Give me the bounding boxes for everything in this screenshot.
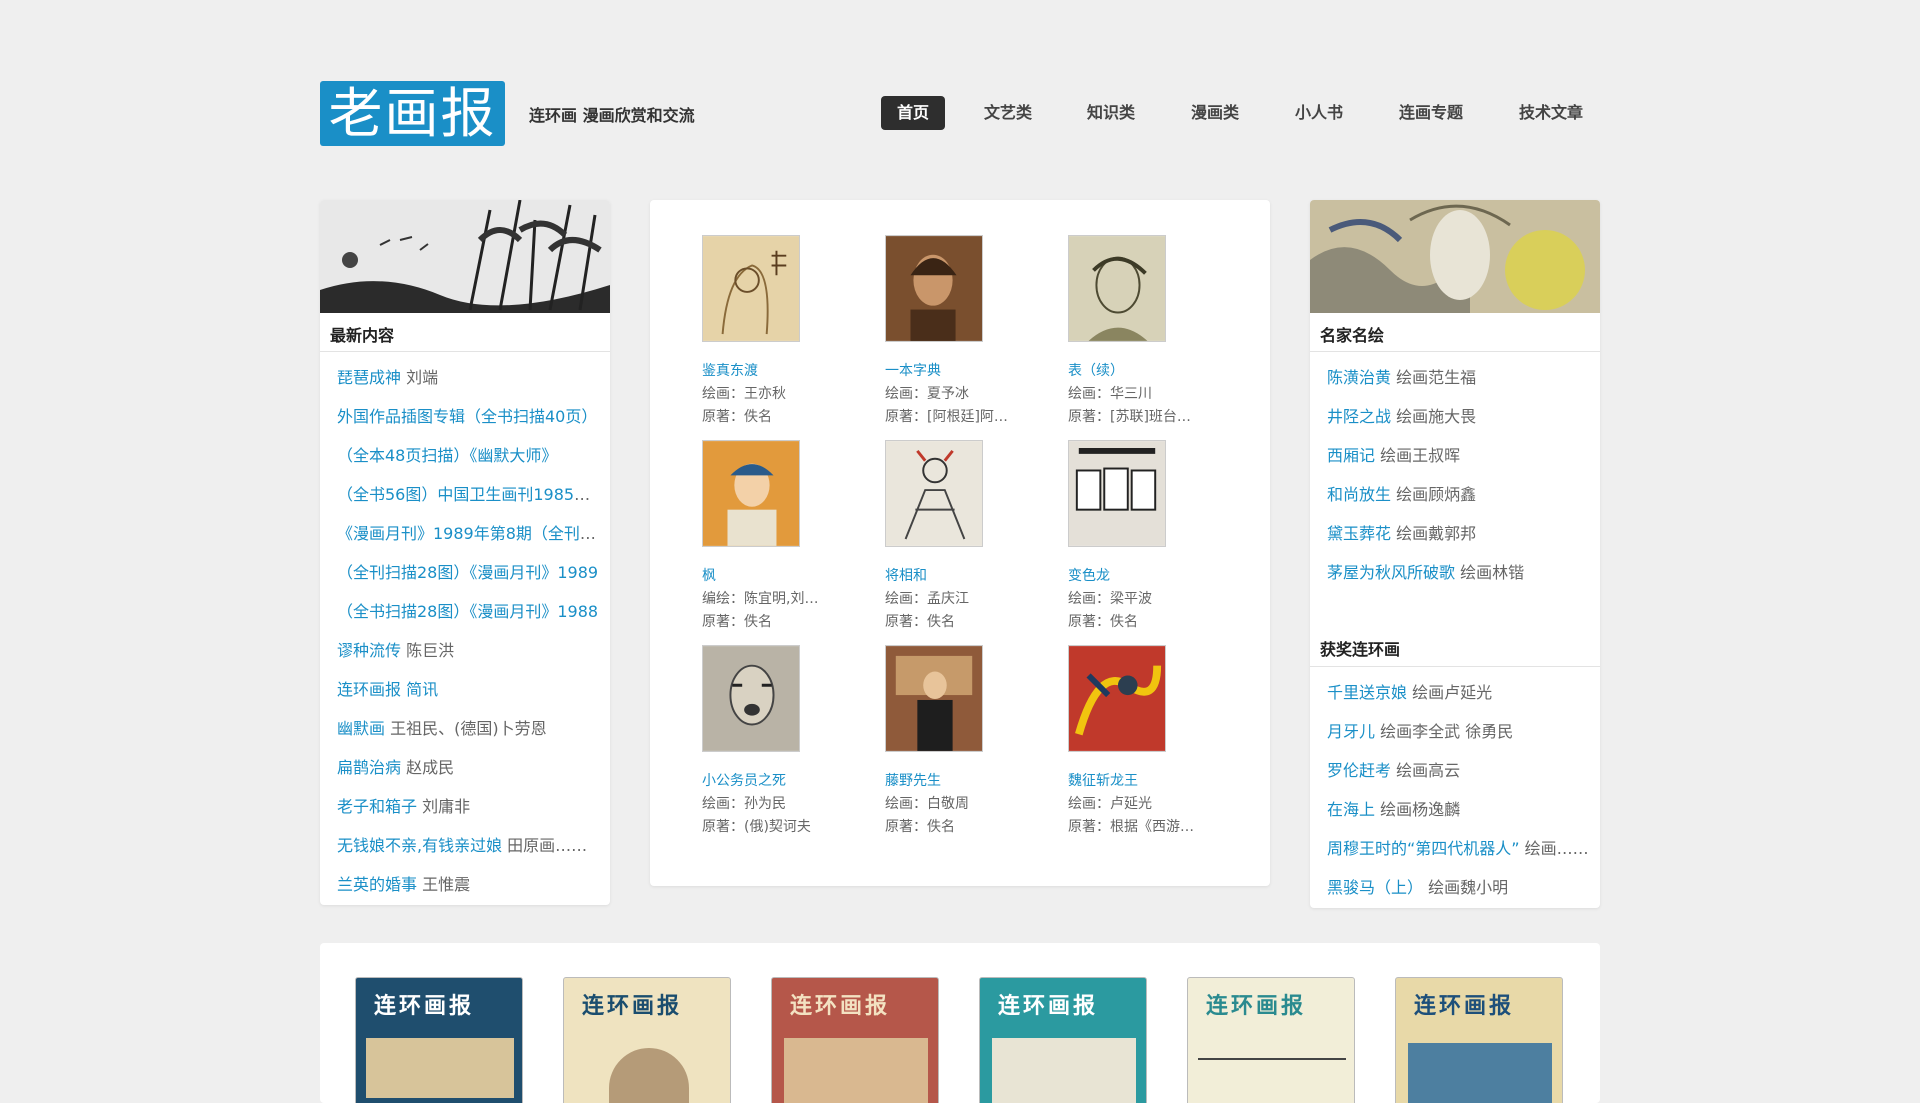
card-title[interactable]: 鉴真东渡 <box>702 360 758 380</box>
list-item[interactable]: 周穆王时的“第四代机器人” 绘画…… <box>1327 829 1590 868</box>
card-author: 原著：根据《西游… <box>1068 819 1194 835</box>
magazine-cover[interactable]: 连环画报 <box>1187 977 1355 1103</box>
list-item[interactable]: 兰英的婚事 王惟震 <box>337 865 600 904</box>
cover-thumbnail[interactable] <box>702 440 800 547</box>
card-artist: 绘画：孙为民 <box>702 796 786 812</box>
list-item[interactable]: 琵琶成神 刘端 <box>337 358 600 397</box>
card-artist: 绘画：白敬周 <box>885 796 969 812</box>
cover-thumbnail[interactable] <box>1068 235 1166 342</box>
latest-content-panel: 最新内容 琵琶成神 刘端 外国作品插图专辑（全书扫描40页） （全本48页扫描）… <box>320 200 610 905</box>
cover-thumbnail[interactable] <box>885 440 983 547</box>
magazine-cover[interactable]: 连环画报 <box>355 977 523 1103</box>
list-item[interactable]: 和尚放生 绘画顾炳鑫 <box>1327 475 1590 514</box>
card-author: 原著：佚名 <box>1068 614 1138 630</box>
magazine-cover[interactable]: 连环画报 <box>1395 977 1563 1103</box>
cover-thumbnail[interactable] <box>1068 440 1166 547</box>
cover-thumbnail[interactable] <box>885 235 983 342</box>
cover-thumbnail[interactable] <box>885 645 983 752</box>
card-author: 原著：佚名 <box>885 819 955 835</box>
card-title[interactable]: 一本字典 <box>885 360 941 380</box>
list-item[interactable]: 茅屋为秋风所破歌 绘画林锴 <box>1327 553 1590 592</box>
card-author: 原著：佚名 <box>885 614 955 630</box>
nav-picture-books[interactable]: 小人书 <box>1279 96 1359 130</box>
cover-thumbnail[interactable] <box>1068 645 1166 752</box>
list-item[interactable]: 老子和箱子 刘庸非 <box>337 787 600 826</box>
latest-content-list: 琵琶成神 刘端 外国作品插图专辑（全书扫描40页） （全本48页扫描）《幽默大师… <box>337 358 600 904</box>
list-item[interactable]: （全刊扫描28图）《漫画月刊》1989 <box>337 553 600 592</box>
latest-content-title: 最新内容 <box>330 326 395 345</box>
card-artist: 绘画：夏予冰 <box>885 386 969 402</box>
nav-topics[interactable]: 连画专题 <box>1383 96 1479 130</box>
nav-home[interactable]: 首页 <box>881 96 946 130</box>
list-item[interactable]: 连环画报 简讯 <box>337 670 600 709</box>
award-list: 千里送京娘 绘画卢延光 月牙儿 绘画李全武 徐勇民 罗伦赶考 绘画高云 在海上 … <box>1327 673 1590 907</box>
card-author: 原著：佚名 <box>702 614 772 630</box>
magazine-cover[interactable]: 连环画报 <box>771 977 939 1103</box>
nav-tech-articles[interactable]: 技术文章 <box>1503 96 1599 130</box>
list-item[interactable]: 月牙儿 绘画李全武 徐勇民 <box>1327 712 1590 751</box>
card-title[interactable]: 变色龙 <box>1068 565 1110 585</box>
list-item[interactable]: 井陉之战 绘画施大畏 <box>1327 397 1590 436</box>
card-artist: 绘画：卢延光 <box>1068 796 1152 812</box>
masters-title: 名家名绘 <box>1320 326 1385 345</box>
card-artist: 绘画：华三川 <box>1068 386 1152 402</box>
list-item[interactable]: 黛玉葬花 绘画戴郭邦 <box>1327 514 1590 553</box>
card-artist: 编绘：陈宜明,刘… <box>702 591 819 607</box>
divider <box>320 351 610 352</box>
card-title[interactable]: 小公务员之死 <box>702 770 786 790</box>
list-item[interactable]: 幽默画 王祖民、(德国)卜劳恩 <box>337 709 600 748</box>
list-item[interactable]: 扁鹊治病 赵成民 <box>337 748 600 787</box>
list-item[interactable]: （全本48页扫描）《幽默大师》 <box>337 436 600 475</box>
list-item[interactable]: 《漫画月刊》1989年第8期（全刊扫描 <box>337 514 600 553</box>
card-artist: 绘画：王亦秋 <box>702 386 786 402</box>
list-item[interactable]: 无钱娘不亲,有钱亲过娘 田原画…… <box>337 826 600 865</box>
nav-knowledge[interactable]: 知识类 <box>1071 96 1151 130</box>
list-item[interactable]: 外国作品插图专辑（全书扫描40页） <box>337 397 600 436</box>
featured-grid-panel: 鉴真东渡 绘画：王亦秋 原著：佚名 一本字典 绘画：夏予冰 原著：[阿根廷]阿…… <box>650 200 1270 886</box>
card-title[interactable]: 将相和 <box>885 565 927 585</box>
list-item[interactable]: 罗伦赶考 绘画高云 <box>1327 751 1590 790</box>
card-artist: 绘画：孟庆江 <box>885 591 969 607</box>
list-item[interactable]: 在海上 绘画杨逸麟 <box>1327 790 1590 829</box>
painting-banner <box>1310 200 1600 313</box>
magazine-cover[interactable]: 连环画报 <box>563 977 731 1103</box>
cover-thumbnail[interactable] <box>702 645 800 752</box>
card-title[interactable]: 表（续） <box>1068 360 1124 380</box>
divider <box>1310 666 1600 667</box>
list-item[interactable]: 黑骏马（上） 绘画魏小明 <box>1327 868 1590 907</box>
card-author: 原著：佚名 <box>702 409 772 425</box>
card-author: 原著：[苏联]班台… <box>1068 409 1191 425</box>
masters-panel: 名家名绘 陈潢治黄 绘画范生福 井陉之战 绘画施大畏 西厢记 绘画王叔晖 和尚放… <box>1310 200 1600 908</box>
card-title[interactable]: 魏征斩龙王 <box>1068 770 1138 790</box>
card-title[interactable]: 藤野先生 <box>885 770 941 790</box>
list-item[interactable]: 千里送京娘 绘画卢延光 <box>1327 673 1590 712</box>
list-item[interactable]: 谬种流传 陈巨洪 <box>337 631 600 670</box>
masters-list: 陈潢治黄 绘画范生福 井陉之战 绘画施大畏 西厢记 绘画王叔晖 和尚放生 绘画顾… <box>1327 358 1590 592</box>
ink-painting-banner <box>320 200 610 313</box>
list-item[interactable]: 陈潢治黄 绘画范生福 <box>1327 358 1590 397</box>
award-title: 获奖连环画 <box>1320 640 1401 659</box>
magazine-covers-strip: 连环画报 连环画报 连环画报 连环画报 连环画报 连环画报 <box>320 943 1600 1103</box>
main-nav: 首页 文艺类 知识类 漫画类 小人书 连画专题 技术文章 <box>0 96 1920 130</box>
nav-comics[interactable]: 漫画类 <box>1175 96 1255 130</box>
list-item[interactable]: （全书扫描28图）《漫画月刊》1988 <box>337 592 600 631</box>
card-author: 原著：(俄)契诃夫 <box>702 819 811 835</box>
list-item[interactable]: （全书56图）中国卫生画刊1985年第 <box>337 475 600 514</box>
divider <box>1310 351 1600 352</box>
cover-thumbnail[interactable] <box>702 235 800 342</box>
list-item[interactable]: 西厢记 绘画王叔晖 <box>1327 436 1590 475</box>
magazine-cover[interactable]: 连环画报 <box>979 977 1147 1103</box>
card-title[interactable]: 枫 <box>702 565 716 585</box>
card-artist: 绘画：梁平波 <box>1068 591 1152 607</box>
nav-literature[interactable]: 文艺类 <box>968 96 1048 130</box>
card-author: 原著：[阿根廷]阿… <box>885 409 1008 425</box>
